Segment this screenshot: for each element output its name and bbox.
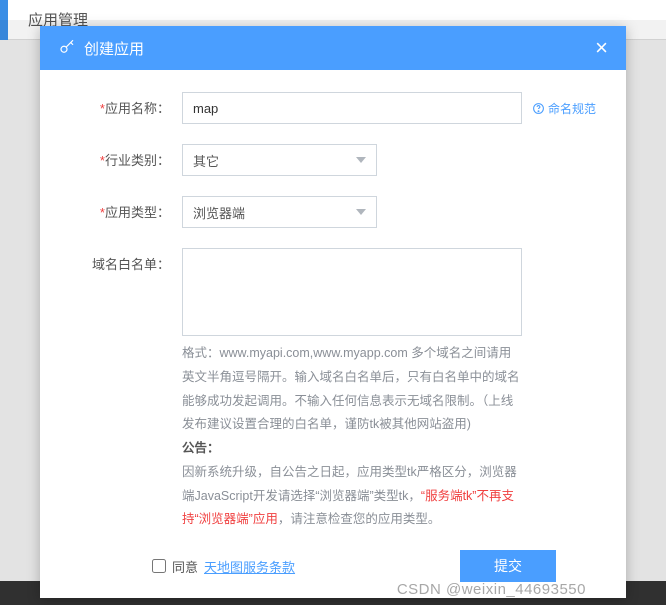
modal-overlay: 创建应用 × *应用名称： 命名规范 — [0, 20, 666, 605]
modal-body: *应用名称： 命名规范 *行业类别： — [40, 70, 626, 550]
app-type-select[interactable]: 浏览器端 — [182, 196, 377, 228]
create-app-modal: 创建应用 × *应用名称： 命名规范 — [40, 26, 626, 598]
row-industry: *行业类别： 其它 — [70, 144, 596, 176]
row-whitelist: 域名白名单： — [70, 248, 596, 336]
chevron-down-icon — [356, 157, 366, 163]
row-app-name: *应用名称： 命名规范 — [70, 92, 596, 124]
help-icon — [532, 102, 545, 115]
notice-body: 因新系统升级，自公告之日起，应用类型tk严格区分，浏览器端JavaScript开… — [182, 461, 522, 532]
close-button[interactable]: × — [595, 37, 608, 59]
modal-header: 创建应用 × — [40, 26, 626, 70]
modal-footer: 同意天地图服务条款 提交 — [122, 550, 586, 598]
agree-checkbox[interactable] — [152, 559, 166, 573]
label-app-type: *应用类型： — [70, 196, 170, 221]
help-format: 格式：www.myapi.com,www.myapp.com 多个域名之间请用英… — [182, 342, 522, 437]
label-whitelist: 域名白名单： — [70, 248, 170, 273]
row-app-type: *应用类型： 浏览器端 — [70, 196, 596, 228]
key-icon — [58, 38, 76, 59]
modal-title: 创建应用 — [84, 38, 144, 59]
chevron-down-icon — [356, 209, 366, 215]
app-type-value: 浏览器端 — [193, 203, 245, 222]
help-text: 格式：www.myapi.com,www.myapp.com 多个域名之间请用英… — [182, 342, 522, 532]
app-name-input[interactable] — [182, 92, 522, 124]
whitelist-textarea[interactable] — [182, 248, 522, 336]
label-industry: *行业类别： — [70, 144, 170, 169]
submit-button[interactable]: 提交 — [460, 550, 556, 582]
agree-checkbox-wrap[interactable]: 同意天地图服务条款 — [152, 557, 295, 576]
naming-guide-link[interactable]: 命名规范 — [532, 100, 596, 117]
agree-prefix: 同意 — [172, 557, 198, 576]
notice-label: 公告： — [182, 437, 522, 461]
label-app-name: *应用名称： — [70, 92, 170, 117]
terms-link[interactable]: 天地图服务条款 — [204, 557, 295, 576]
industry-select[interactable]: 其它 — [182, 144, 377, 176]
industry-value: 其它 — [193, 151, 219, 170]
